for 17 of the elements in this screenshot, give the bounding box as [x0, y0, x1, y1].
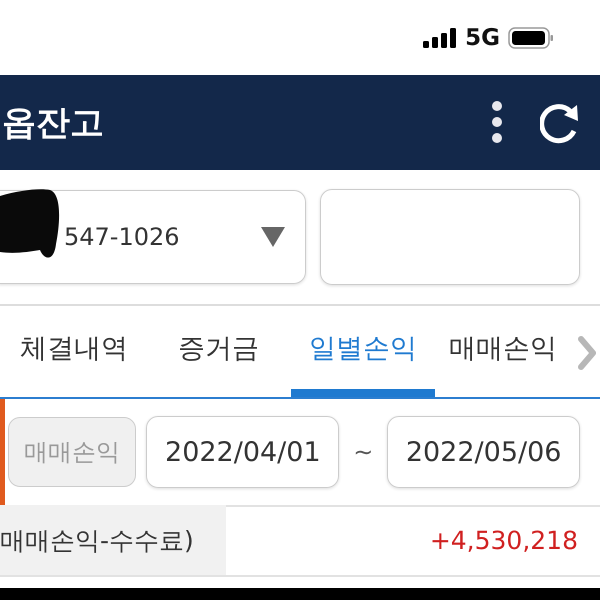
screen-title: 옵잔고 [1, 102, 104, 144]
tab[interactable]: 매매손익 [449, 306, 557, 397]
summary-label: 매매손익-수수료) [0, 505, 226, 575]
input-field[interactable] [320, 189, 580, 285]
tab[interactable]: 체결내역 [20, 306, 128, 397]
date-separator: ~ [352, 438, 374, 466]
account-number: 547-1026 [63, 223, 180, 251]
dropdown-caret-icon [261, 227, 285, 247]
signal-icon [423, 28, 458, 48]
tab[interactable]: 증거금 [178, 306, 259, 397]
more-icon[interactable] [490, 100, 504, 146]
battery-icon [508, 26, 554, 48]
end-date-field[interactable]: 2022/05/06 [387, 416, 580, 488]
tab[interactable]: 일별손익 [291, 306, 435, 397]
start-date-field[interactable]: 2022/04/01 [146, 416, 340, 488]
network-label: 5G [465, 24, 500, 50]
profit-value: +4,530,218 [428, 524, 579, 556]
